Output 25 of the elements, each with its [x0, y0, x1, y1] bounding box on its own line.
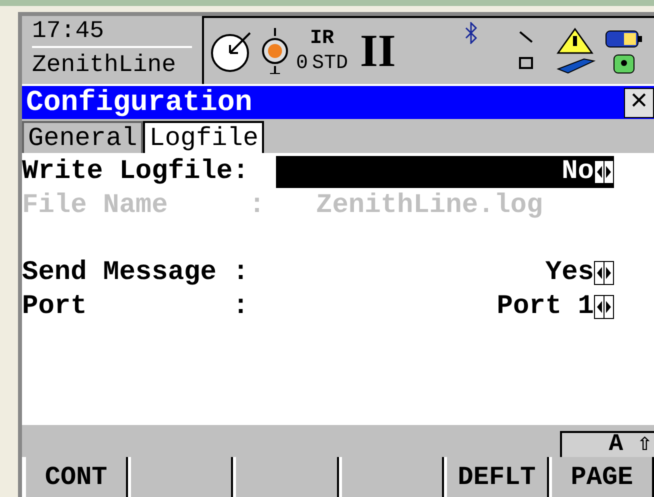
prism-icon[interactable]: [262, 28, 288, 74]
input-mode-indicator: A ⇧: [560, 431, 654, 457]
window-title: Configuration: [25, 88, 252, 117]
edm-program-label: STD: [312, 51, 348, 76]
softkey[interactable]: PAGE: [552, 457, 654, 497]
clock-time: 17:45: [32, 20, 192, 48]
tab[interactable]: General: [22, 121, 144, 153]
field-label: Port :: [22, 294, 250, 320]
field-label: Write Logfile:: [22, 158, 250, 186]
close-button[interactable]: ×: [624, 88, 654, 118]
bluetooth-icon[interactable]: [464, 22, 478, 44]
warning-drawing[interactable]: [554, 27, 596, 75]
edm-mode-label: IR: [309, 26, 334, 51]
face-indicator: II: [359, 28, 396, 74]
softkey[interactable]: CONT: [26, 457, 128, 497]
left-right-arrows-icon[interactable]: [594, 261, 614, 285]
field-label: Send Message :: [22, 260, 250, 286]
choice-field[interactable]: No: [276, 156, 614, 188]
field-label: File Name :: [22, 192, 266, 220]
left-right-arrows-icon[interactable]: [594, 295, 614, 319]
prism-constant: 0: [296, 51, 308, 76]
left-right-arrows-icon[interactable]: [594, 160, 614, 184]
tab[interactable]: Logfile: [143, 121, 264, 153]
instrument-name: ZenithLine: [32, 51, 178, 78]
softkey[interactable]: DEFLT: [446, 457, 549, 497]
